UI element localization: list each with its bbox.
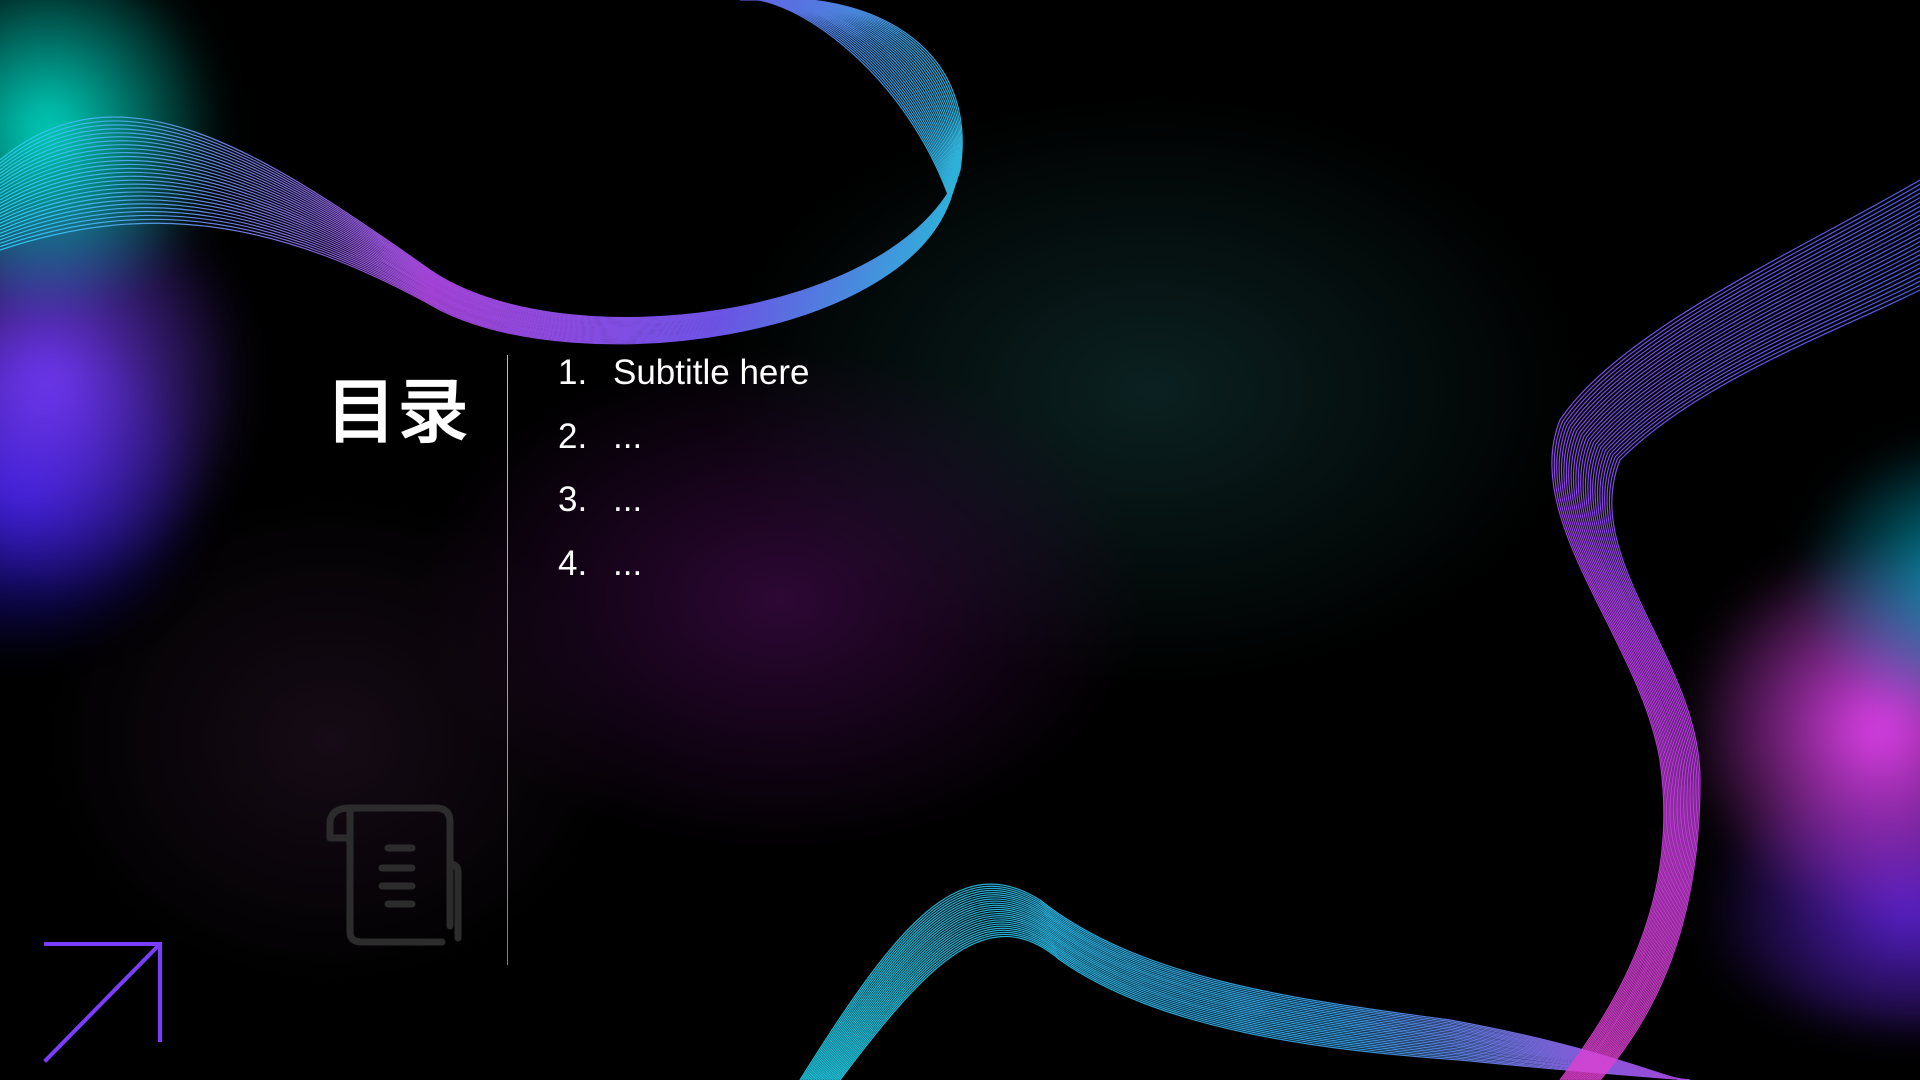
wave-line xyxy=(0,0,954,336)
wave-line xyxy=(1556,188,1920,1080)
toc-item-text: ... xyxy=(613,416,643,456)
wave-line xyxy=(0,0,955,335)
slide: 目录 1. Subtitle here 2. ... 3. ... 4. ... xyxy=(0,0,1920,1080)
wave-line xyxy=(0,0,956,332)
wave-line xyxy=(0,0,959,324)
arrow-up-right-icon xyxy=(43,942,162,1063)
wave-line xyxy=(0,0,954,337)
wave-line xyxy=(0,0,962,321)
toc-item-text: ... xyxy=(613,543,643,583)
wave-line xyxy=(0,0,955,334)
toc-item-number: 1. xyxy=(558,353,588,392)
wave-line xyxy=(0,0,961,322)
wave-line xyxy=(0,0,958,327)
wave-line xyxy=(0,0,962,320)
toc-item[interactable]: 2. ... xyxy=(558,409,810,473)
toc-item[interactable]: 3. ... xyxy=(558,472,810,536)
wave-line xyxy=(0,0,957,328)
bottom-wave-lines xyxy=(799,883,1691,1080)
wave-line xyxy=(0,0,958,326)
right-wave-lines xyxy=(1551,179,1920,1080)
scroll-document-icon xyxy=(326,804,462,946)
toc-item[interactable]: 1. Subtitle here xyxy=(558,345,810,409)
wave-line xyxy=(0,0,956,333)
wave-line xyxy=(0,0,957,330)
wave-line xyxy=(0,0,963,319)
toc-item-text: ... xyxy=(613,480,643,519)
toc-item-text: Subtitle here xyxy=(613,353,810,392)
top-wave-lines xyxy=(0,0,963,345)
toc-item[interactable]: 4. ... xyxy=(558,536,810,600)
toc-item-number: 3. xyxy=(558,480,588,519)
toc-item-number: 2. xyxy=(558,416,588,456)
wave-line xyxy=(1551,179,1920,1080)
wave-line xyxy=(0,0,959,325)
wave-lines-decoration xyxy=(0,0,1920,1080)
toc-title: 目录 xyxy=(326,371,470,453)
wave-line xyxy=(0,0,957,329)
toc-item-number: 4. xyxy=(558,543,588,583)
toc-list: 1. Subtitle here 2. ... 3. ... 4. ... xyxy=(558,345,810,599)
vertical-divider xyxy=(507,355,508,965)
wave-line xyxy=(1553,183,1920,1080)
